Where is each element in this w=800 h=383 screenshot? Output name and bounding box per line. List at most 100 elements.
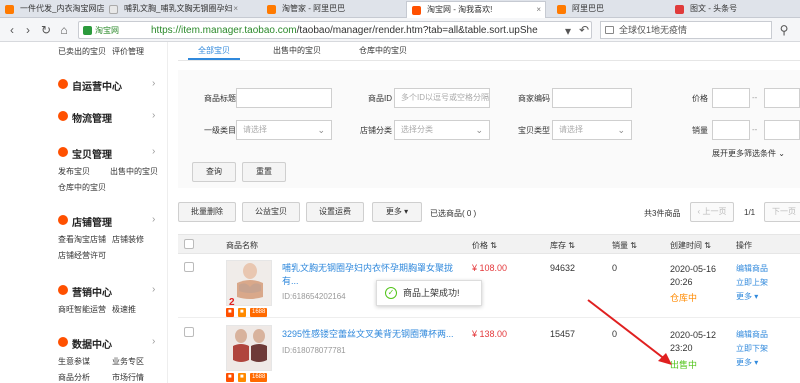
browser-tab-3[interactable]: 淘管家 - 阿里巴巴 xyxy=(262,1,378,18)
filter-label-shop-category: 店铺分类 xyxy=(360,126,392,135)
search-engine-icon xyxy=(605,26,614,34)
site-identity[interactable]: 淘宝网 xyxy=(83,24,127,37)
sidebar-item-product-analysis[interactable]: 商品分析 xyxy=(58,372,90,383)
browser-tab-4-active[interactable]: 淘宝网 - 淘我喜欢! × xyxy=(406,1,546,18)
close-icon[interactable]: × xyxy=(536,2,541,18)
product-thumbnail[interactable]: 2 xyxy=(226,260,272,306)
header-sales[interactable]: 销量 ⇅ xyxy=(612,240,637,251)
tab-favicon-icon xyxy=(5,5,14,14)
badge-orange-icon: ■ xyxy=(238,308,246,317)
edit-item-link[interactable]: 编辑商品 xyxy=(736,263,768,274)
shop-category-select[interactable]: 选择分类 ⌄ xyxy=(394,120,490,140)
bulk-delete-button[interactable]: 批量删除 xyxy=(178,202,236,222)
product-price: ¥ 108.00 xyxy=(472,263,508,273)
merchant-code-input[interactable] xyxy=(552,88,632,108)
set-shipping-button[interactable]: 设置运费 xyxy=(306,202,364,222)
main-content: 全部宝贝 出售中的宝贝 仓库中的宝贝 商品标题 商品ID 多个ID以逗号或空格分… xyxy=(168,42,800,383)
self-operation-icon xyxy=(58,79,68,89)
close-icon[interactable]: × xyxy=(233,1,238,17)
list-now-link[interactable]: 立即上架 xyxy=(736,277,768,288)
tab-favicon-icon xyxy=(557,5,566,14)
url-field[interactable]: 淘宝网 https://item.manager.taobao.com/taob… xyxy=(78,21,592,39)
price-min-input[interactable] xyxy=(712,88,750,108)
more-actions-button[interactable]: 更多 ▾ xyxy=(372,202,422,222)
sales-min-input[interactable] xyxy=(712,120,750,140)
sidebar-item-smart-ops[interactable]: 商旺智能运营 xyxy=(58,304,106,315)
sidebar-item-market[interactable]: 市场行情 xyxy=(112,372,144,383)
filter-label-category: 一级类目 xyxy=(204,126,236,135)
browser-tab-1[interactable]: 一件代发_内衣淘宝网店加盟 xyxy=(0,1,104,18)
select-all-checkbox[interactable] xyxy=(184,239,194,249)
product-image-icon xyxy=(227,326,271,370)
check-icon: ✓ xyxy=(385,287,397,299)
header-stock[interactable]: 库存 ⇅ xyxy=(550,240,575,251)
price-max-input[interactable] xyxy=(764,88,800,108)
sidebar-item-decoration[interactable]: 店铺装修 xyxy=(112,234,144,245)
back-icon[interactable]: ‹ xyxy=(4,22,20,38)
logistics-icon xyxy=(58,111,68,121)
product-sales: 0 xyxy=(612,263,618,273)
sidebar-section-self-operation[interactable]: 自运营中心 › xyxy=(58,78,155,93)
product-id: ID:618654202164 xyxy=(282,292,346,301)
row-checkbox[interactable] xyxy=(184,262,194,272)
title-input[interactable] xyxy=(236,88,332,108)
expand-filters-link[interactable]: 展开更多筛选条件 ⌄ xyxy=(712,148,785,159)
sidebar-section-shop[interactable]: 店铺管理 › xyxy=(58,214,155,229)
category-select[interactable]: 请选择 ⌄ xyxy=(236,120,332,140)
browser-tab-2[interactable]: 哺乳文胸_哺乳文胸无钢圈孕妇 × xyxy=(104,1,242,18)
sidebar-section-marketing[interactable]: 营销中心 › xyxy=(58,284,155,299)
marketing-icon xyxy=(58,285,68,295)
tab-page-icon xyxy=(109,5,118,14)
chevron-right-icon: › xyxy=(152,78,156,89)
sidebar-item-view-shop[interactable]: 查看淘宝店铺 xyxy=(58,234,106,245)
sort-icon: ⇅ xyxy=(630,241,637,250)
next-page-button[interactable]: 下一页 xyxy=(764,202,800,222)
sidebar-section-logistics[interactable]: 物流管理 › xyxy=(58,110,155,125)
query-button[interactable]: 查询 xyxy=(192,162,236,182)
chevron-right-icon: › xyxy=(152,284,156,295)
sidebar-item-warehouse[interactable]: 仓库中的宝贝 xyxy=(58,182,106,193)
header-created[interactable]: 创建时间 ⇅ xyxy=(670,240,711,251)
browser-tab-5[interactable]: 阿里巴巴 xyxy=(552,1,662,18)
search-icon[interactable]: ⚲ xyxy=(776,22,792,38)
page-indicator: 1/1 xyxy=(744,208,756,217)
undo-icon[interactable]: ↶ xyxy=(576,22,592,38)
browser-tab-6[interactable]: 图文 - 头条号 xyxy=(670,1,800,18)
public-item-button[interactable]: 公益宝贝 xyxy=(242,202,300,222)
home-icon[interactable]: ⌂ xyxy=(56,22,72,38)
product-thumbnail[interactable] xyxy=(226,325,272,371)
sidebar-link-sold[interactable]: 已卖出的宝贝 xyxy=(58,46,106,57)
item-id-input[interactable]: 多个ID以逗号或空格分隔 xyxy=(394,88,490,108)
dropdown-icon[interactable]: ▾ xyxy=(560,23,576,39)
tab-warehouse[interactable]: 仓库中的宝贝 xyxy=(348,42,418,60)
product-title-link[interactable]: 3295性感镂空蕾丝文叉美背无钢圈薄杯两... xyxy=(282,328,458,341)
delist-now-link[interactable]: 立即下架 xyxy=(736,343,768,354)
svg-text:2: 2 xyxy=(229,297,235,306)
prev-page-button[interactable]: ‹ 上一页 xyxy=(690,202,734,222)
sidebar-item-business-zone[interactable]: 业务专区 xyxy=(112,356,144,367)
filter-label-title: 商品标题 xyxy=(204,94,236,103)
reset-button[interactable]: 重置 xyxy=(242,162,286,182)
refresh-icon[interactable]: ↻ xyxy=(38,22,54,38)
sidebar-item-publish[interactable]: 发布宝贝 xyxy=(58,166,90,177)
more-ops-link[interactable]: 更多 ▾ xyxy=(736,291,758,302)
badge-1688: 1688 xyxy=(250,373,268,382)
tab-on-sale[interactable]: 出售中的宝贝 xyxy=(264,42,330,60)
row-checkbox[interactable] xyxy=(184,327,194,337)
sidebar-item-license[interactable]: 店铺经营许可 xyxy=(58,250,106,261)
tab-all-items[interactable]: 全部宝贝 xyxy=(188,42,240,60)
item-type-select[interactable]: 请选择 ⌄ xyxy=(552,120,632,140)
more-ops-link[interactable]: 更多 ▾ xyxy=(736,357,758,368)
sidebar-section-data[interactable]: 数据中心 › xyxy=(58,336,155,351)
sidebar-item-on-sale[interactable]: 出售中的宝贝 xyxy=(110,166,158,177)
header-price[interactable]: 价格 ⇅ xyxy=(472,240,497,251)
sidebar-link-reviews[interactable]: 评价管理 xyxy=(112,46,144,57)
sidebar-item-business-advisor[interactable]: 生意参谋 xyxy=(58,356,90,367)
sales-max-input[interactable] xyxy=(764,120,800,140)
sidebar-section-items[interactable]: 宝贝管理 › xyxy=(58,146,155,161)
sidebar-item-speed-promo[interactable]: 极速推 xyxy=(112,304,136,315)
forward-icon[interactable]: › xyxy=(20,22,36,38)
edit-item-link[interactable]: 编辑商品 xyxy=(736,329,768,340)
browser-search-field[interactable]: 全球仅1地无疫情 xyxy=(600,21,772,39)
sort-icon: ⇅ xyxy=(490,241,497,250)
